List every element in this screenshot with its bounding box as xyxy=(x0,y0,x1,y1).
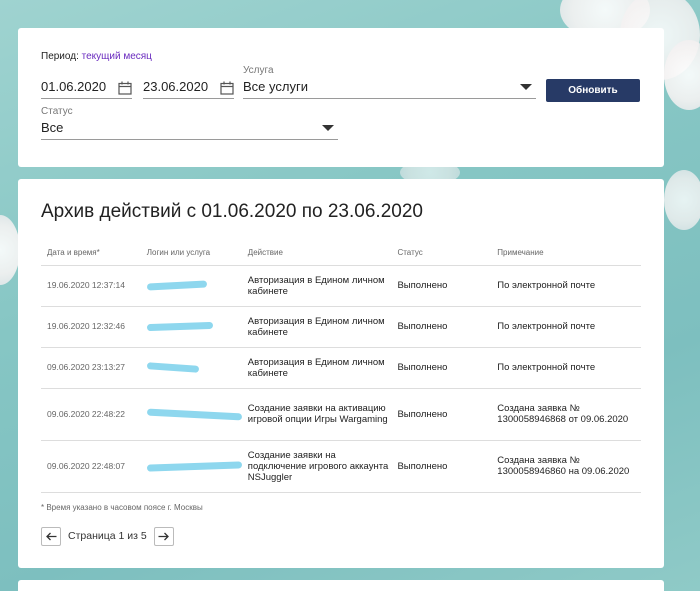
service-select[interactable]: Услуга Все услуги xyxy=(243,65,536,99)
row-status: Выполнено xyxy=(391,306,492,348)
timezone-footnote: * Время указано в часовом поясе г. Москв… xyxy=(41,503,203,512)
row-status: Выполнено xyxy=(391,440,492,493)
service-label: Услуга xyxy=(243,65,274,76)
row-action: Авторизация в Едином личном кабинете xyxy=(241,265,392,307)
pagination: Страница 1 из 5 xyxy=(41,526,174,546)
arrow-left-icon xyxy=(45,532,56,540)
activity-table: Дата и время* Логин или услуга Действие … xyxy=(41,240,641,493)
column-header-login: Логин или услуга xyxy=(140,240,242,266)
date-to-value: 23.06.2020 xyxy=(143,79,209,94)
row-action: Авторизация в Едином личном кабинете xyxy=(241,347,392,389)
row-datetime: 09.06.2020 22:48:07 xyxy=(41,440,141,493)
archive-title: Архив действий с 01.06.2020 по 23.06.202… xyxy=(41,201,423,222)
period-row: Период: текущий месяц xyxy=(41,51,152,62)
update-button[interactable]: Обновить xyxy=(546,79,640,102)
chevron-down-icon xyxy=(520,84,532,90)
row-login-redacted xyxy=(140,306,242,348)
row-login-redacted xyxy=(140,347,242,389)
row-note: По электронной почте xyxy=(491,265,641,307)
status-select[interactable]: Статус Все xyxy=(41,106,338,140)
status-label: Статус xyxy=(41,106,73,117)
next-panel xyxy=(18,580,664,591)
table-row: 19.06.2020 12:37:14 Авторизация в Едином… xyxy=(41,265,641,307)
chevron-down-icon xyxy=(322,125,334,131)
row-note: Создана заявка № 1300058946860 на 09.06.… xyxy=(491,440,641,493)
column-header-action: Действие xyxy=(241,240,392,266)
period-link[interactable]: текущий месяц xyxy=(82,51,152,62)
date-to-field[interactable]: 23.06.2020 xyxy=(143,75,234,99)
column-header-status: Статус xyxy=(391,240,492,266)
prev-page-button[interactable] xyxy=(41,526,61,546)
page-indicator: Страница 1 из 5 xyxy=(68,530,147,542)
row-note: По электронной почте xyxy=(491,306,641,348)
row-note: Создана заявка № 1300058946868 от 09.06.… xyxy=(491,388,641,441)
arrow-right-icon xyxy=(158,532,170,540)
row-status: Выполнено xyxy=(391,265,492,307)
row-login-redacted xyxy=(140,388,242,441)
date-from-value: 01.06.2020 xyxy=(41,79,107,94)
table-row: 09.06.2020 23:13:27 Авторизация в Едином… xyxy=(41,347,641,389)
row-status: Выполнено xyxy=(391,388,492,441)
service-value: Все услуги xyxy=(243,79,308,94)
table-row: 09.06.2020 22:48:07 Создание заявки на п… xyxy=(41,440,641,493)
row-datetime: 09.06.2020 22:48:22 xyxy=(41,388,141,441)
table-row: 09.06.2020 22:48:22 Создание заявки на а… xyxy=(41,388,641,441)
row-datetime: 09.06.2020 23:13:27 xyxy=(41,347,141,389)
table-header-row: Дата и время* Логин или услуга Действие … xyxy=(41,240,641,266)
table-row: 19.06.2020 12:32:46 Авторизация в Едином… xyxy=(41,306,641,348)
next-page-button[interactable] xyxy=(153,526,174,546)
period-label: Период: xyxy=(41,51,79,62)
filter-panel: Период: текущий месяц 01.06.2020 23.06.2… xyxy=(18,28,664,167)
column-header-note: Примечание xyxy=(491,240,641,266)
calendar-icon[interactable] xyxy=(220,81,234,95)
row-login-redacted xyxy=(140,440,242,493)
column-header-datetime: Дата и время* xyxy=(41,240,141,266)
row-action: Авторизация в Едином личном кабинете xyxy=(241,306,392,348)
archive-panel: Архив действий с 01.06.2020 по 23.06.202… xyxy=(18,179,664,568)
calendar-icon[interactable] xyxy=(118,81,132,95)
row-action: Создание заявки на подключение игрового … xyxy=(241,440,392,493)
row-datetime: 19.06.2020 12:37:14 xyxy=(41,265,141,307)
row-datetime: 19.06.2020 12:32:46 xyxy=(41,306,141,348)
row-action: Создание заявки на активацию игровой опц… xyxy=(241,388,392,441)
row-note: По электронной почте xyxy=(491,347,641,389)
row-login-redacted xyxy=(140,265,242,307)
row-status: Выполнено xyxy=(391,347,492,389)
status-value: Все xyxy=(41,120,64,135)
date-from-field[interactable]: 01.06.2020 xyxy=(41,75,132,99)
